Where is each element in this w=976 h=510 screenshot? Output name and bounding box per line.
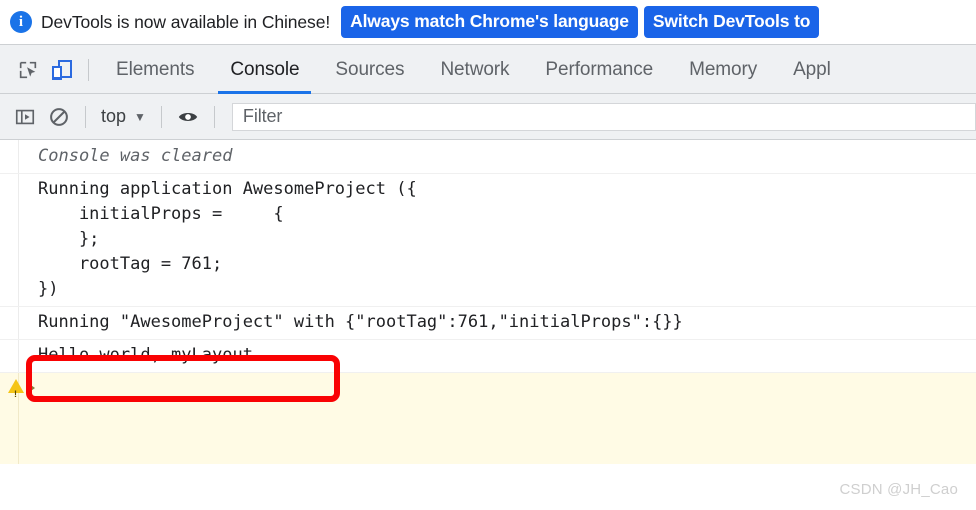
tabbar-tool-icons [0, 45, 98, 94]
execution-context-label: top [101, 106, 127, 126]
warning-triangle-icon [8, 379, 24, 407]
console-message-cleared: Console was cleared [0, 140, 976, 174]
tab-network[interactable]: Network [422, 45, 527, 94]
execution-context-selector[interactable]: top ▼ [95, 104, 152, 129]
device-toolbar-icon[interactable] [45, 53, 79, 87]
toolbar-divider-2 [160, 105, 162, 128]
console-message-warning-remote-debugger: Remote debugger is in a background tab w… [0, 373, 976, 464]
toolbar-divider-3 [213, 105, 215, 128]
switch-devtools-language-button[interactable]: Switch DevTools to [643, 5, 820, 39]
tab-sources[interactable]: Sources [317, 45, 422, 94]
inspect-element-icon[interactable] [11, 53, 45, 87]
toolbar-divider-1 [85, 105, 86, 128]
info-icon: i [10, 11, 32, 33]
watermark: CSDN @JH_Cao [839, 481, 958, 498]
tab-memory[interactable]: Memory [671, 45, 775, 94]
console-message-list: Console was cleared Running application … [0, 140, 976, 464]
devtools-language-banner: i DevTools is now available in Chinese! … [0, 0, 976, 44]
tabbar-divider [88, 58, 89, 81]
tab-elements[interactable]: Elements [98, 45, 212, 94]
console-filter-input[interactable]: Filter [231, 102, 976, 131]
console-message-log-hello-world: Hello world, myLayout [0, 340, 976, 373]
console-toolbar: top ▼ Filter [0, 94, 976, 140]
console-sidebar-glyph [15, 109, 35, 124]
devtools-tabbar: Elements Console Sources Network Perform… [0, 44, 976, 94]
console-message-log-running-application: Running application AwesomeProject ({ in… [0, 174, 976, 307]
device-toolbar-glyph [52, 59, 72, 80]
tab-application[interactable]: Appl [775, 45, 849, 94]
expand-arrow-icon[interactable] [28, 383, 35, 393]
tab-performance[interactable]: Performance [527, 45, 671, 94]
chevron-down-icon: ▼ [134, 109, 146, 124]
tab-console[interactable]: Console [212, 45, 317, 94]
console-sidebar-icon[interactable] [8, 100, 42, 134]
clear-console-glyph [50, 107, 68, 126]
console-message-log-running-with-props: Running "AwesomeProject" with {"rootTag"… [0, 307, 976, 340]
clear-console-icon[interactable] [42, 100, 76, 134]
live-expression-icon[interactable] [171, 100, 205, 134]
always-match-chrome-language-button[interactable]: Always match Chrome's language [341, 5, 638, 39]
banner-message: DevTools is now available in Chinese! [41, 11, 331, 32]
inspect-element-glyph [19, 61, 37, 78]
eye-icon [178, 112, 198, 121]
devtools-panel-tabs: Elements Console Sources Network Perform… [98, 45, 976, 94]
